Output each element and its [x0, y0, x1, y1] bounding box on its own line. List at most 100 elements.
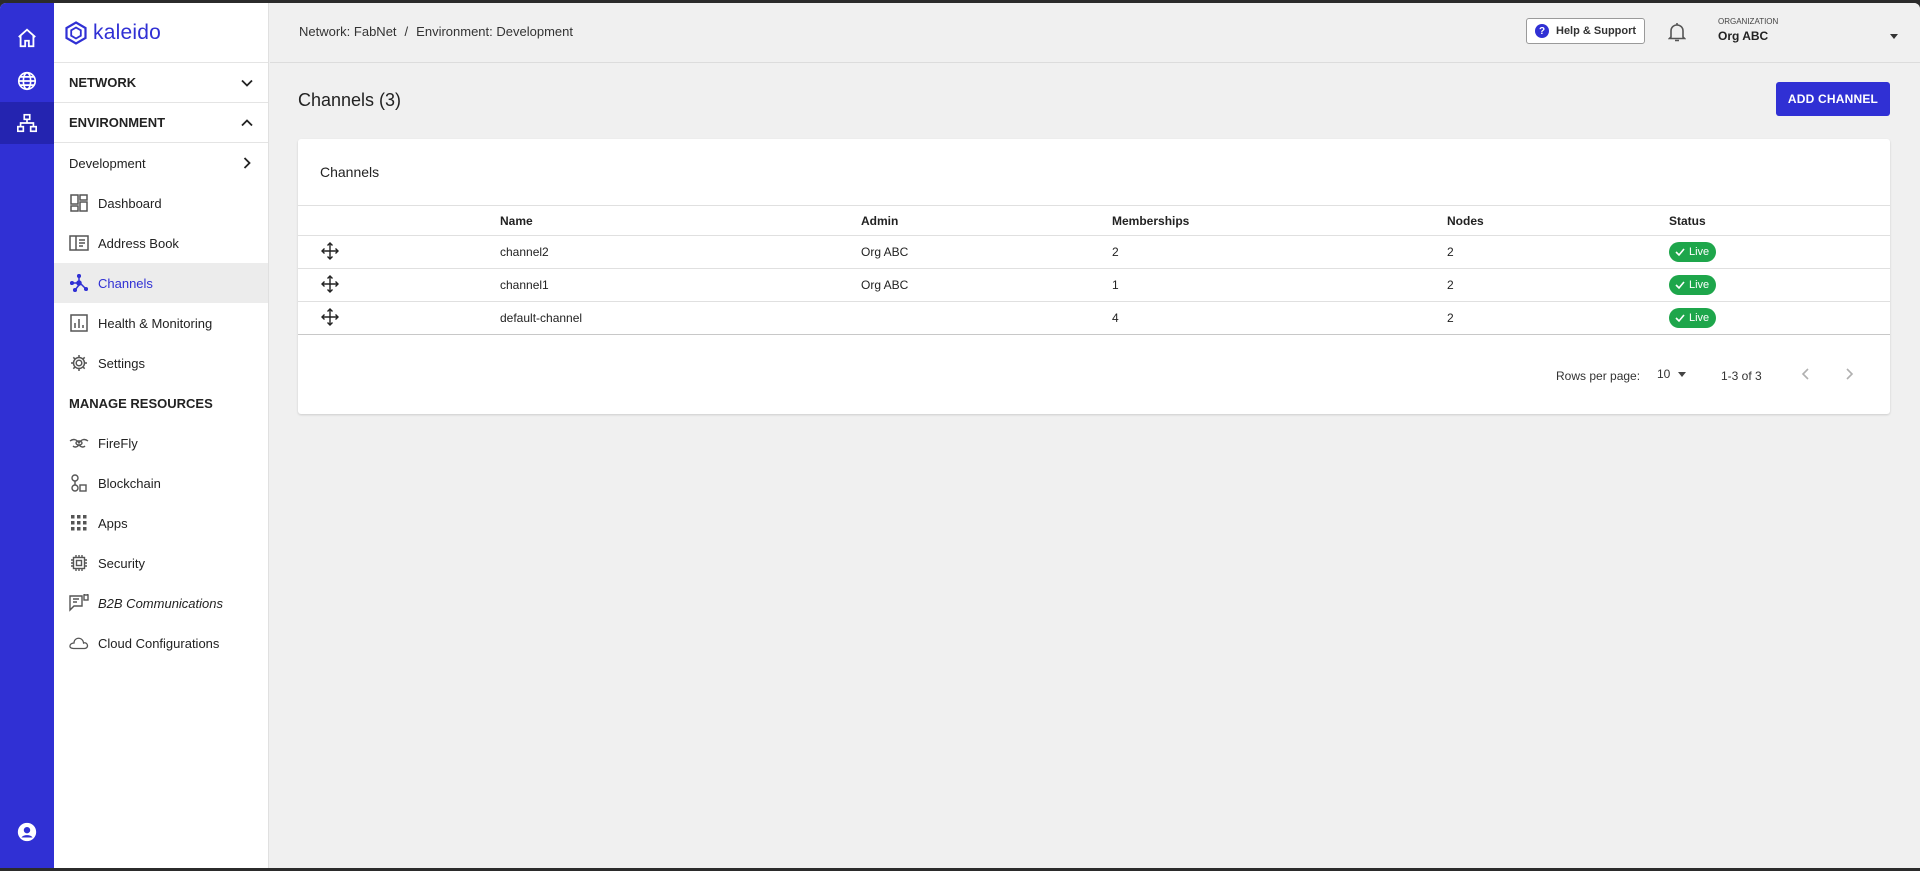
- chevron-right-icon[interactable]: [1841, 366, 1857, 385]
- chevron-down-icon: [241, 79, 253, 87]
- column-header-status[interactable]: Status: [1669, 205, 1890, 236]
- sidebar: kaleido NETWORK ENVIRONMENT Development …: [54, 3, 269, 868]
- table-row[interactable]: default-channel 4 2 Live: [298, 301, 1890, 335]
- check-icon: [1675, 248, 1685, 257]
- cloud-icon: [69, 633, 89, 653]
- network-section-toggle[interactable]: NETWORK: [54, 63, 268, 103]
- manage-resources-heading: MANAGE RESOURCES: [69, 395, 213, 411]
- add-channel-button[interactable]: ADD CHANNEL: [1776, 82, 1890, 116]
- environment-section-label: ENVIRONMENT: [69, 115, 166, 130]
- sidebar-item-label: Apps: [98, 515, 128, 531]
- sidebar-item-label: B2B Communications: [98, 595, 223, 611]
- column-header-memberships[interactable]: Memberships: [1112, 205, 1447, 236]
- kaleido-logo-icon: [65, 20, 87, 45]
- apps-grid-icon: [69, 513, 89, 533]
- sidebar-item-label: Dashboard: [98, 195, 162, 211]
- cell-nodes: 2: [1447, 235, 1669, 269]
- rows-per-page-value: 10: [1657, 367, 1671, 381]
- chevron-up-icon: [241, 118, 253, 126]
- cell-memberships: 4: [1112, 301, 1447, 335]
- cell-memberships: 1: [1112, 268, 1447, 302]
- sidebar-item-label: Blockchain: [98, 475, 161, 491]
- breadcrumb: Network: FabNet / Environment: Development: [299, 24, 573, 39]
- sidebar-item-label: Address Book: [98, 235, 179, 251]
- gear-icon: [69, 353, 89, 373]
- network-icon[interactable]: [0, 102, 54, 144]
- account-icon[interactable]: [0, 811, 54, 853]
- environment-selector[interactable]: Development: [54, 143, 268, 183]
- icon-rail: [0, 3, 54, 868]
- column-header-nodes[interactable]: Nodes: [1447, 205, 1669, 236]
- sidebar-item-b2b-communications[interactable]: B2B Communications: [54, 583, 268, 623]
- channels-table: Name Admin Memberships Nodes Status chan…: [298, 205, 1890, 335]
- rows-per-page-select[interactable]: 10: [1657, 367, 1687, 381]
- help-support-button[interactable]: ? Help & Support: [1526, 18, 1646, 44]
- help-icon: ?: [1535, 24, 1549, 38]
- sidebar-item-firefly[interactable]: FireFly: [54, 423, 268, 463]
- address-book-icon: [69, 233, 89, 253]
- sidebar-item-apps[interactable]: Apps: [54, 503, 268, 543]
- status-badge: Live: [1669, 275, 1717, 295]
- sidebar-item-security[interactable]: Security: [54, 543, 268, 583]
- pagination: Rows per page: 10 1-3 of 3: [298, 366, 1890, 386]
- channels-icon: [69, 273, 89, 293]
- column-header-admin[interactable]: Admin: [861, 205, 1112, 236]
- sidebar-item-label: FireFly: [98, 435, 138, 451]
- sidebar-item-blockchain[interactable]: Blockchain: [54, 463, 268, 503]
- organization-selector[interactable]: ORGANIZATION Org ABC: [1718, 17, 1898, 43]
- breadcrumb-network[interactable]: Network: FabNet: [299, 24, 397, 39]
- cell-nodes: 2: [1447, 301, 1669, 335]
- caret-down-icon: [1890, 34, 1898, 39]
- environment-name: Development: [69, 155, 146, 171]
- home-icon[interactable]: [0, 17, 54, 59]
- sidebar-item-settings[interactable]: Settings: [54, 343, 268, 383]
- cell-admin: Org ABC: [861, 235, 1112, 269]
- table-header-row: Name Admin Memberships Nodes Status: [298, 205, 1890, 236]
- status-badge: Live: [1669, 242, 1717, 262]
- chevron-left-icon[interactable]: [1798, 366, 1814, 385]
- globe-icon[interactable]: [0, 60, 54, 102]
- firefly-icon: [69, 433, 89, 453]
- sidebar-item-channels[interactable]: Channels: [54, 263, 268, 303]
- check-icon: [1675, 281, 1685, 290]
- cell-status: Live: [1669, 301, 1890, 335]
- logo-text: kaleido: [93, 20, 161, 44]
- cell-name: default-channel: [500, 301, 861, 335]
- organization-name: Org ABC: [1718, 29, 1769, 43]
- cell-status: Live: [1669, 235, 1890, 269]
- cell-name: channel1: [500, 268, 861, 302]
- channel-move-icon: [298, 268, 500, 302]
- sidebar-item-address-book[interactable]: Address Book: [54, 223, 268, 263]
- cell-status: Live: [1669, 268, 1890, 302]
- sidebar-item-health-monitoring[interactable]: Health & Monitoring: [54, 303, 268, 343]
- column-header-name[interactable]: Name: [500, 205, 861, 236]
- channels-card: Channels Name Admin Memberships Nodes St…: [298, 139, 1890, 414]
- sidebar-item-label: Health & Monitoring: [98, 315, 213, 331]
- table-row[interactable]: channel2 Org ABC 2 2 Live: [298, 235, 1890, 269]
- logo[interactable]: kaleido: [54, 3, 268, 63]
- card-title: Channels: [320, 164, 380, 180]
- help-support-label: Help & Support: [1556, 25, 1637, 37]
- sidebar-item-label: Security: [98, 555, 145, 571]
- table-row[interactable]: channel1 Org ABC 1 2 Live: [298, 268, 1890, 302]
- chip-icon: [69, 553, 89, 573]
- sidebar-item-dashboard[interactable]: Dashboard: [54, 183, 268, 223]
- cell-memberships: 2: [1112, 235, 1447, 269]
- status-label: Live: [1689, 279, 1710, 291]
- rows-per-page-label: Rows per page:: [1556, 369, 1641, 383]
- environment-section-toggle[interactable]: ENVIRONMENT: [54, 103, 268, 143]
- cell-admin: [861, 301, 1112, 335]
- pagination-range: 1-3 of 3: [1721, 369, 1762, 383]
- channel-move-icon: [298, 301, 500, 335]
- breadcrumb-environment[interactable]: Environment: Development: [416, 24, 573, 39]
- sidebar-item-cloud-configurations[interactable]: Cloud Configurations: [54, 623, 268, 663]
- cell-nodes: 2: [1447, 268, 1669, 302]
- page-title: Channels (3): [298, 90, 402, 110]
- sidebar-item-label: Settings: [98, 355, 145, 371]
- sidebar-item-label: Cloud Configurations: [98, 635, 220, 651]
- chart-icon: [69, 313, 89, 333]
- cell-admin: Org ABC: [861, 268, 1112, 302]
- breadcrumb-separator: /: [404, 24, 409, 39]
- column-header-icon: [298, 205, 500, 236]
- bell-icon[interactable]: [1667, 22, 1687, 47]
